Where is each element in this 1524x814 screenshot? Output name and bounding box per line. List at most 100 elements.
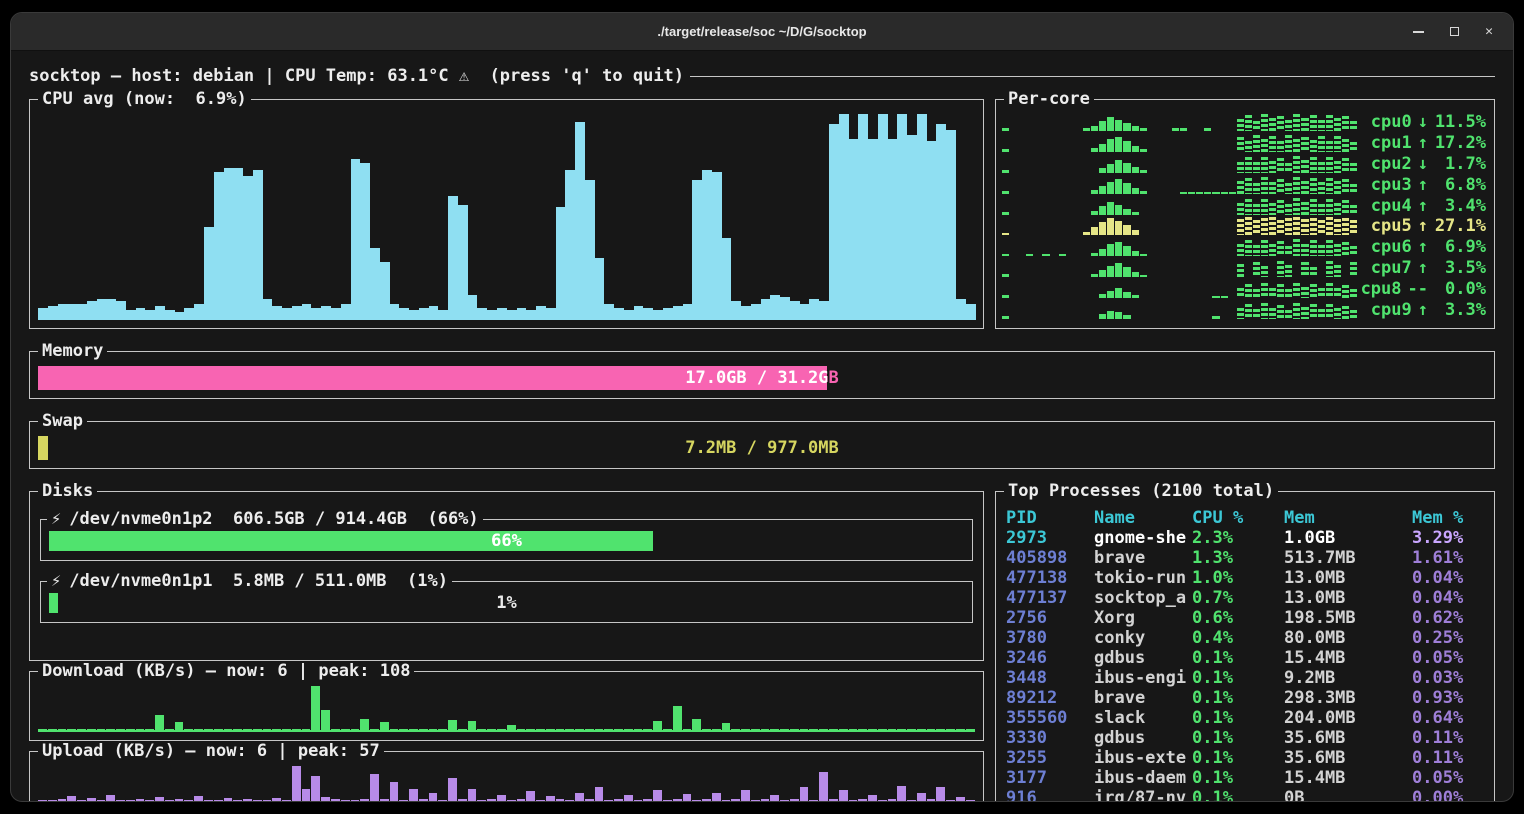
cpu-avg-bar	[380, 262, 390, 320]
upload-bar	[302, 789, 311, 802]
download-bar	[321, 710, 330, 730]
panel-title-disks: Disks	[38, 481, 97, 501]
cpu-avg-bar	[351, 159, 361, 320]
core-name: cpu8	[1361, 279, 1402, 299]
spark-bar	[1091, 227, 1098, 235]
process-row: 3177ibus-daem0.1%15.4MB0.05%	[1006, 768, 1486, 788]
spark-bar	[1099, 222, 1106, 236]
maximize-button[interactable]	[1450, 27, 1459, 36]
minimize-button[interactable]	[1413, 31, 1424, 33]
download-bar	[263, 729, 272, 730]
download-bar	[448, 720, 457, 730]
cpu-avg-bar	[966, 304, 976, 320]
spark-bar	[1115, 242, 1122, 256]
spark-bar	[1301, 219, 1308, 235]
spark-bar	[1285, 183, 1292, 194]
process-row: 3330gdbus0.1%35.6MB0.11%	[1006, 728, 1486, 748]
download-bar	[126, 729, 135, 730]
spark-bar	[1002, 233, 1009, 236]
spark-bar	[1301, 181, 1308, 194]
disk-usage-gauge: 1% 1%	[49, 593, 964, 613]
spark-bar	[1115, 137, 1122, 152]
disk-usage-gauge: 66% 66%	[49, 531, 964, 551]
window-titlebar[interactable]: ./target/release/soc ~/D/G/socktop ✕	[11, 13, 1513, 51]
download-bar	[145, 729, 154, 730]
spark-bar	[1132, 295, 1139, 298]
cpu-avg-bar	[292, 306, 302, 320]
spark-bar	[1115, 205, 1122, 215]
spark-bar	[1261, 114, 1268, 131]
spark-bar	[1261, 218, 1268, 235]
download-bar	[653, 721, 662, 730]
upload-bar	[507, 800, 516, 802]
upload-bar	[585, 799, 594, 802]
column-header: CPU %	[1192, 508, 1284, 528]
panel-title-memory: Memory	[38, 341, 107, 361]
upload-bar	[565, 800, 574, 802]
spark-bar	[1334, 118, 1341, 131]
download-bar	[692, 719, 701, 730]
upload-bar	[145, 800, 154, 802]
upload-bar	[888, 799, 897, 802]
core-trend-arrow: ↑	[1418, 133, 1428, 153]
download-panel: Download (KB/s) — now: 6 | peak: 108	[29, 671, 984, 741]
cpu-avg-bar	[790, 301, 800, 320]
download-bar	[341, 729, 350, 730]
cpu-avg-bar	[214, 172, 224, 320]
spark-bar	[1237, 203, 1244, 214]
spark-bar	[1140, 170, 1147, 173]
process-row: 477137socktop_a0.7%13.0MB0.04%	[1006, 588, 1486, 608]
spark-bar	[1350, 205, 1357, 215]
download-bar	[927, 729, 936, 730]
upload-bar	[58, 799, 67, 802]
upload-bar	[575, 793, 584, 802]
spark-bar	[1310, 284, 1317, 298]
spark-bar	[1245, 304, 1252, 319]
disk-box-nvme0n1p2: ⚡ /dev/nvme0n1p2 606.5GB / 914.4GB (66%)…	[40, 519, 973, 561]
panel-title-download: Download (KB/s) — now: 6 | peak: 108	[38, 661, 414, 681]
upload-bar	[106, 795, 115, 802]
cpu-avg-bar	[956, 299, 966, 320]
download-bar	[155, 715, 164, 730]
spark-bar	[1115, 263, 1122, 277]
spark-bar	[1293, 283, 1300, 298]
spark-bar	[1099, 206, 1106, 215]
download-bar	[731, 729, 740, 730]
download-bar	[487, 729, 496, 730]
close-button[interactable]: ✕	[1485, 25, 1493, 38]
spark-bar	[1204, 192, 1211, 194]
core-label: cpu7↑3.5%	[1358, 258, 1486, 278]
upload-bar	[614, 799, 623, 802]
upload-bar	[809, 800, 818, 802]
download-bar	[556, 729, 565, 730]
close-icon: ✕	[1485, 25, 1493, 38]
core-usage-value: 27.1%	[1434, 216, 1486, 236]
upload-bar	[897, 786, 906, 803]
spark-bar	[1350, 289, 1357, 298]
process-name: irq/87-nv	[1094, 788, 1192, 802]
process-cpu: 0.1%	[1192, 768, 1284, 788]
disk-box-nvme0n1p1: ⚡ /dev/nvme0n1p1 5.8MB / 511.0MB (1%) 1%…	[40, 581, 973, 623]
spark-bar	[1123, 225, 1130, 235]
spark-bar	[1350, 142, 1357, 152]
spark-bar	[1245, 199, 1252, 214]
upload-bar	[780, 800, 789, 802]
disk-label: ⚡ /dev/nvme0n1p2 606.5GB / 914.4GB (66%)	[47, 509, 483, 529]
spark-bar	[1334, 244, 1341, 256]
download-bar	[751, 729, 760, 730]
spark-bar	[1115, 288, 1122, 298]
download-bar	[614, 729, 623, 730]
process-row: 405898brave1.3%513.7MB1.61%	[1006, 548, 1486, 568]
download-bar	[497, 729, 506, 730]
cpu-avg-bar	[253, 170, 263, 320]
upload-bar	[653, 790, 662, 802]
spark-bar	[1261, 199, 1268, 215]
process-mem: 198.5MB	[1284, 608, 1412, 628]
core-usage-value: 3.4%	[1434, 196, 1486, 216]
upload-bar	[263, 800, 272, 802]
process-pid: 3246	[1006, 648, 1094, 668]
cpu-avg-bar	[927, 141, 937, 320]
spark-bar	[1277, 179, 1284, 194]
download-bar	[663, 729, 672, 730]
upload-bar	[858, 799, 867, 802]
